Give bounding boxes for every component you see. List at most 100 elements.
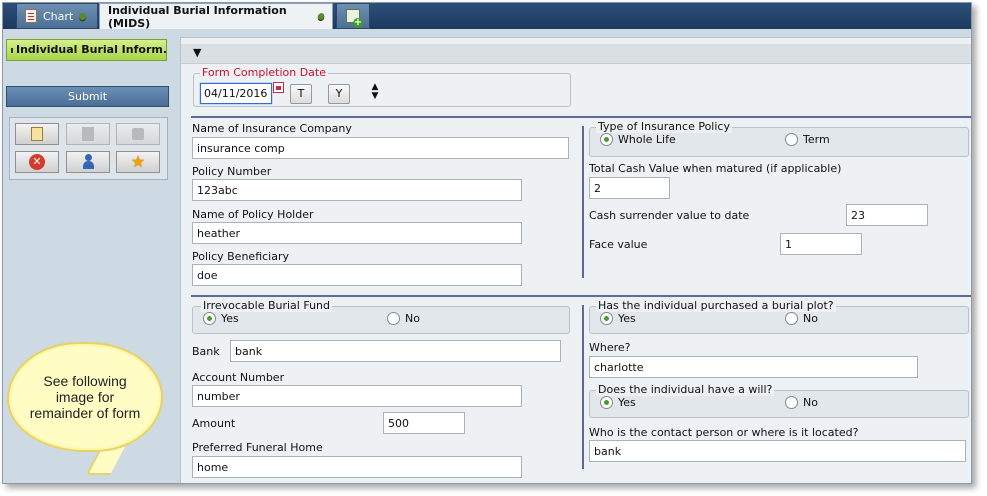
total-cash-value-label: Total Cash Value when matured (if applic… (589, 162, 842, 175)
pin-icon[interactable] (77, 11, 88, 21)
radio-burial-plot-no[interactable]: No (785, 312, 818, 325)
date-stepper[interactable]: ▲ ▼ (366, 83, 384, 103)
app-window: Chart Individual Burial Information (MID… (2, 2, 972, 484)
form-completion-date-input[interactable]: 04/11/2016 (200, 83, 272, 104)
section-divider (191, 295, 971, 297)
remove-user-button[interactable] (66, 151, 110, 173)
where-label: Where? (589, 341, 631, 354)
bullet-icon (11, 47, 13, 53)
beneficiary-input[interactable]: doe (192, 264, 522, 286)
total-cash-value-input[interactable]: 2 (589, 177, 670, 199)
policy-number-input[interactable]: 123abc (192, 179, 522, 201)
add-tab-icon (346, 9, 363, 28)
insurance-company-label: Name of Insurance Company (192, 122, 352, 135)
radio-burial-plot-yes[interactable]: Yes (600, 312, 636, 325)
policy-holder-label: Name of Policy Holder (192, 208, 314, 221)
radio-unselected-icon (387, 312, 400, 325)
radio-whole-life-label: Whole Life (618, 133, 676, 146)
edit-note-button[interactable] (15, 123, 59, 145)
policy-number-label: Policy Number (192, 165, 272, 178)
burial-fund-legend: Irrevocable Burial Fund (201, 299, 332, 312)
radio-unselected-icon (785, 312, 798, 325)
form-completion-date-group: Form Completion Date 04/11/2016 T Y ▲ ▼ (193, 66, 571, 107)
page-button[interactable] (66, 123, 110, 145)
year-button[interactable]: Y (328, 84, 350, 104)
cancel-icon: ✕ (29, 154, 45, 170)
tab-chart-label: Chart (43, 9, 74, 23)
today-button[interactable]: T (290, 84, 312, 104)
favorite-button[interactable]: ★ (116, 151, 160, 173)
amount-input[interactable]: 500 (383, 412, 465, 434)
cash-surrender-label: Cash surrender value to date (589, 209, 750, 222)
will-group: Does the individual have a will? Yes No (589, 383, 969, 418)
radio-term-label: Term (803, 133, 830, 146)
bank-input[interactable]: bank (230, 340, 561, 362)
radio-selected-icon (600, 396, 613, 409)
remove-user-icon (80, 154, 96, 170)
policy-type-legend: Type of Insurance Policy (596, 120, 732, 133)
tab-chart[interactable]: Chart (16, 3, 98, 29)
beneficiary-label: Policy Beneficiary (192, 250, 289, 263)
burial-plot-legend: Has the individual purchased a burial pl… (596, 299, 836, 312)
policy-type-group: Type of Insurance Policy Whole Life Term (589, 120, 969, 157)
pin-icon[interactable] (316, 11, 326, 22)
funeral-home-label: Preferred Funeral Home (192, 441, 323, 454)
action-toolbar: ✕ ★ (9, 117, 168, 180)
policy-holder-input[interactable]: heather (192, 222, 522, 244)
radio-burial-fund-yes[interactable]: Yes (203, 312, 239, 325)
radio-whole-life[interactable]: Whole Life (600, 133, 676, 146)
will-legend: Does the individual have a will? (596, 383, 775, 396)
burial-fund-group: Irrevocable Burial Fund Yes No (192, 299, 570, 334)
tab-burial-information[interactable]: Individual Burial Information (MIDS) (99, 3, 333, 30)
cancel-button[interactable]: ✕ (15, 151, 59, 173)
chart-document-icon (25, 9, 37, 23)
collapse-triangle-icon[interactable]: ▼ (193, 46, 201, 59)
column-divider (582, 126, 584, 278)
sticky-note-button[interactable] (116, 123, 160, 145)
radio-selected-icon (600, 312, 613, 325)
edit-note-icon (31, 127, 43, 141)
radio-burial-fund-no[interactable]: No (387, 312, 420, 325)
contact-person-label: Who is the contact person or where is it… (589, 426, 859, 439)
radio-yes-label: Yes (618, 312, 636, 325)
callout-text: See following image for remainder of for… (29, 373, 141, 421)
submit-button[interactable]: Submit (6, 86, 169, 107)
radio-will-yes[interactable]: Yes (600, 396, 636, 409)
tab-burial-label: Individual Burial Information (MIDS) (108, 3, 287, 30)
radio-unselected-icon (785, 133, 798, 146)
face-value-input[interactable]: 1 (780, 233, 862, 255)
cash-surrender-input[interactable]: 23 (846, 204, 928, 226)
radio-no-label: No (405, 312, 420, 325)
new-tab-button[interactable] (336, 3, 370, 29)
radio-term[interactable]: Term (785, 133, 830, 146)
calendar-icon[interactable] (273, 82, 284, 93)
where-input[interactable]: charlotte (589, 356, 918, 378)
tab-strip: Chart Individual Burial Information (MID… (3, 3, 971, 30)
burial-form-panel: ▼ Form Completion Date 04/11/2016 T Y ▲ ▼… (180, 37, 971, 483)
radio-selected-icon (203, 312, 216, 325)
radio-selected-icon (600, 133, 613, 146)
insurance-company-input[interactable]: insurance comp (192, 137, 569, 159)
account-number-label: Account Number (192, 371, 285, 384)
sidebar-item-label: Individual Burial Inform... (16, 43, 167, 56)
radio-no-label: No (803, 312, 818, 325)
sticky-note-icon (132, 128, 144, 140)
amount-label: Amount (192, 417, 236, 430)
contact-person-input[interactable]: bank (589, 440, 966, 462)
face-value-label: Face value (589, 238, 648, 251)
bank-label: Bank (192, 345, 220, 358)
sidebar-item-burial-information[interactable]: Individual Burial Inform... (6, 39, 167, 61)
radio-yes-label: Yes (221, 312, 239, 325)
annotation-callout: See following image for remainder of for… (7, 342, 163, 452)
section-divider (191, 116, 971, 118)
radio-unselected-icon (785, 396, 798, 409)
burial-plot-group: Has the individual purchased a burial pl… (589, 299, 969, 334)
radio-yes-label: Yes (618, 396, 636, 409)
section-collapse-bar[interactable]: ▼ (181, 44, 971, 64)
radio-no-label: No (803, 396, 818, 409)
account-number-input[interactable]: number (192, 385, 522, 407)
favorite-star-icon: ★ (130, 152, 146, 171)
funeral-home-input[interactable]: home (192, 456, 522, 478)
radio-will-no[interactable]: No (785, 396, 818, 409)
column-divider (582, 305, 584, 469)
